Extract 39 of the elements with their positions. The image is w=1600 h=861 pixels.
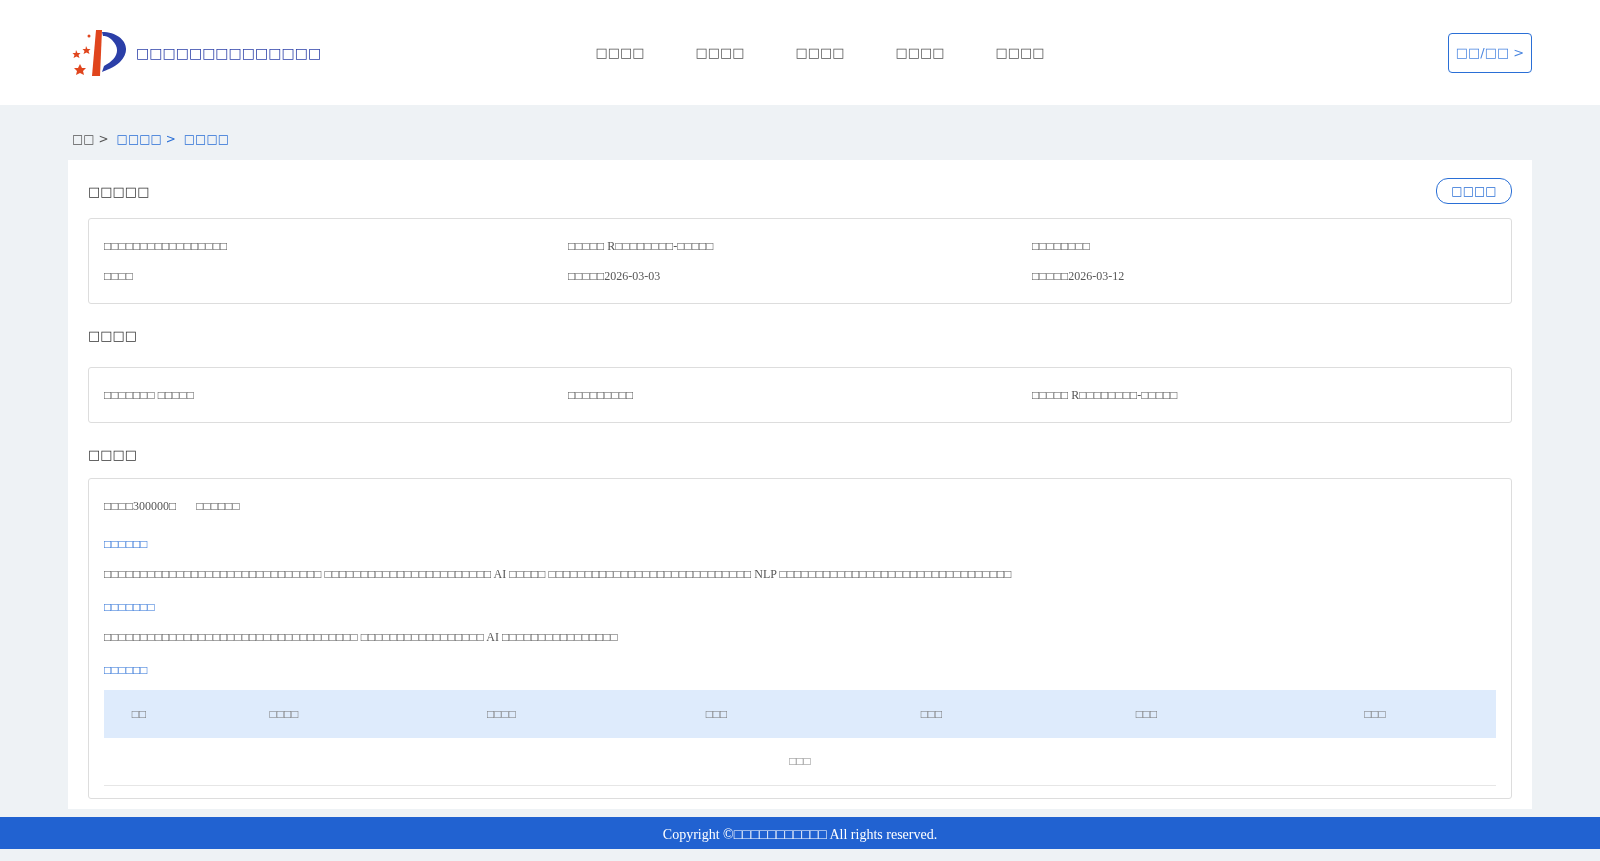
nav-link[interactable]: □□□□: [992, 45, 1048, 60]
info-text: □□□□□ R□□□□□□□□-□□□□□: [568, 238, 715, 255]
column-header: □□□□: [268, 706, 300, 722]
breadcrumb-link[interactable]: □□ >: [72, 132, 109, 146]
nav-link[interactable]: □□□□: [892, 45, 948, 60]
section-title: □□□□□: [88, 183, 150, 199]
subheading: □□□□□□: [104, 663, 149, 678]
nav-link[interactable]: □□□□: [692, 45, 748, 60]
site-title: □□□□□□□□□□□□□□: [136, 44, 322, 61]
info-text: □□□□: [104, 268, 134, 285]
action-button[interactable]: □□□□: [1436, 178, 1512, 204]
login-button[interactable]: □□/□□ >: [1448, 32, 1532, 73]
empty-text: □□□: [789, 754, 811, 768]
subheading: □□□□□□: [104, 537, 149, 552]
section-title: □□□□: [88, 447, 139, 462]
info-text: □□□□□2026-03-12: [1032, 268, 1126, 285]
info-text: □□□□□□□□: [1032, 238, 1091, 255]
column-header: □□: [130, 706, 148, 722]
column-header: □□□: [704, 706, 729, 722]
paragraph: □□□□□□□□□□□□□□□□□□□□□□□□□□□□□□□□□□□ □□□□□□□□□□□□□□□□□ AI □□□□□□□□□□□□□□□□: [104, 629, 619, 646]
info-text: □□□□□□□□□: [568, 387, 635, 404]
info-text: □□□□□□□ □□□□□: [104, 387, 195, 404]
paragraph: □□□□□□□□□□□□□□□□□□□□□□□□□□□□□□ □□□□□□□□□□□□□□□□□□□□□□□ AI □□□□□ □□□□□□□□□□□□□□□□□□□□□□□□□□□□ NLP □□□□□□□□□□□□□□□□□□□□□□□□□□□□□□□□: [104, 566, 1013, 583]
info-text: □□□□□ R□□□□□□□□-□□□□□: [1032, 387, 1179, 404]
breadcrumb-link[interactable]: □□□□: [183, 132, 230, 146]
column-header: □□□: [1363, 706, 1387, 722]
column-header: □□□□: [486, 706, 517, 722]
meta-text: □□□□300000□: [104, 498, 177, 515]
meta-text: □□□□□□: [196, 498, 240, 515]
nav-link[interactable]: □□□□: [792, 45, 848, 60]
subheading: □□□□□□□: [104, 600, 156, 615]
nav-link[interactable]: □□□□: [592, 45, 648, 60]
breadcrumb-link[interactable]: □□□□ >: [116, 132, 176, 146]
column-header: □□□: [919, 706, 944, 722]
info-text: □□□□□2026-03-03: [568, 268, 662, 285]
column-header: □□□: [1134, 706, 1159, 722]
copyright-text: Copyright ©□□□□□□□□□□□ All rights reserved.: [662, 827, 938, 844]
section-title: □□□□: [88, 328, 139, 343]
info-text: □□□□□□□□□□□□□□□□□: [104, 238, 229, 255]
